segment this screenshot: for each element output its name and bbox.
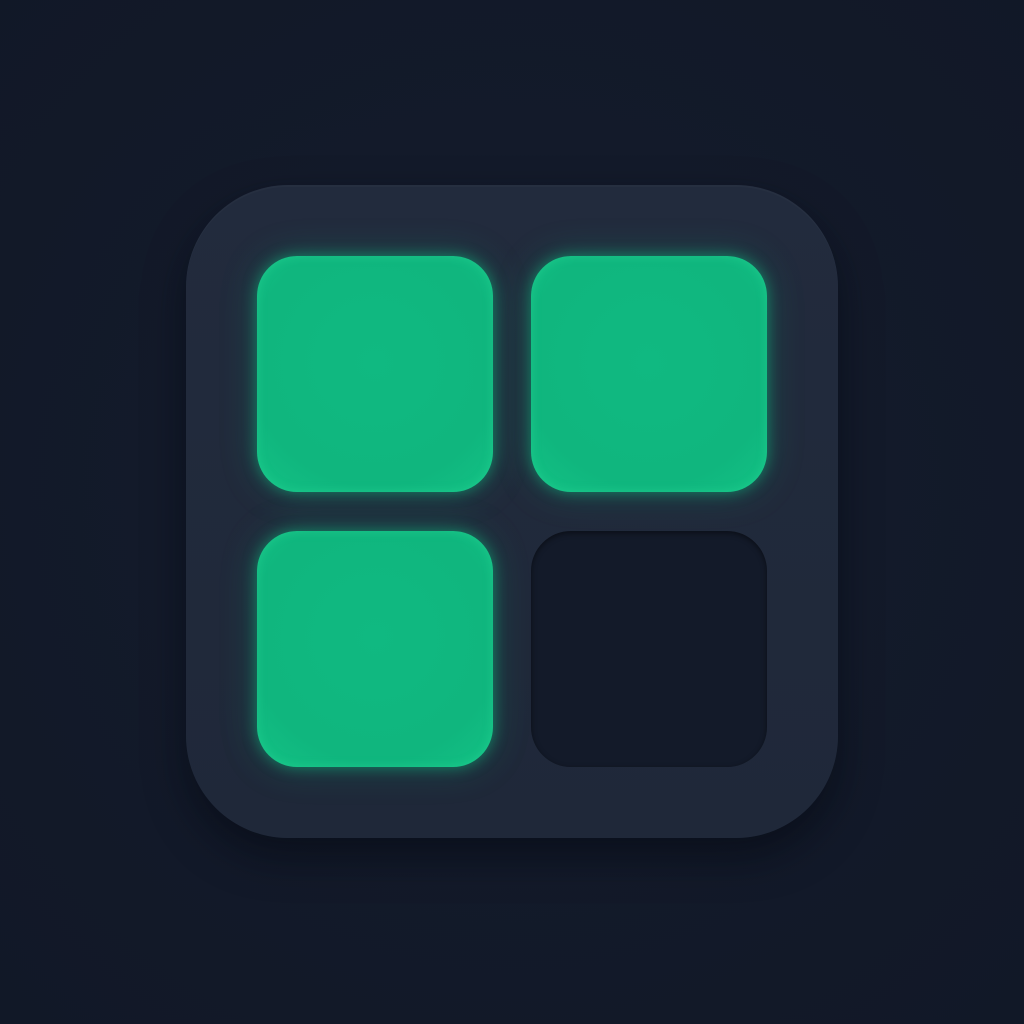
grid-tile-top-right-active [531,256,767,492]
grid-tile-bottom-left-active [257,531,493,767]
grid-tile-top-left-active [257,256,493,492]
canvas [0,0,1024,1024]
grid-app-icon [186,185,838,838]
grid-tile-bottom-right-empty [531,531,767,767]
